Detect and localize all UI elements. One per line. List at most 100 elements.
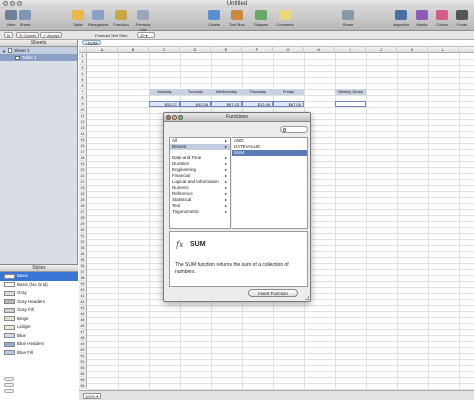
- style-item[interactable]: Blue Fill: [0, 349, 78, 358]
- function-button[interactable]: Function: [111, 10, 131, 27]
- table-value-cell[interactable]: $12.06: [242, 101, 273, 107]
- style-label: Gray Headers: [17, 298, 46, 304]
- column-header[interactable]: I: [335, 47, 366, 53]
- sheet-button[interactable]: Sheet: [15, 10, 35, 27]
- formula-editor[interactable]: =SUM: [79, 40, 474, 47]
- formula-list-button[interactable]: Formula List: [133, 10, 153, 32]
- row-gridline: [87, 383, 474, 384]
- category-label: All: [172, 138, 178, 143]
- comment-button[interactable]: Comment: [275, 10, 295, 27]
- category-item[interactable]: Recent ▸: [170, 144, 230, 150]
- function-search-input[interactable]: [280, 126, 308, 133]
- row-gridline: [87, 65, 474, 66]
- style-item[interactable]: Basic (No Grid): [0, 281, 78, 290]
- sheets-header: Sheets: [0, 40, 77, 47]
- table-header-cell[interactable]: Thursday: [242, 89, 273, 95]
- column-header[interactable]: E: [211, 47, 242, 53]
- style-item[interactable]: Basic: [0, 272, 78, 281]
- colors-label: Colors: [436, 22, 448, 27]
- dialog-zoom-button[interactable]: [178, 115, 183, 120]
- sidebar-footer-button[interactable]: [4, 377, 14, 381]
- style-item[interactable]: Beige: [0, 315, 78, 324]
- media-label: Media: [416, 22, 428, 27]
- style-swatch: [4, 290, 15, 296]
- zoom-select[interactable]: 100% ▾: [83, 393, 101, 399]
- category-item[interactable]: Trigonometric ▸: [170, 209, 230, 215]
- dialog-title-bar: Functions: [164, 113, 310, 122]
- sidebar-footer-button[interactable]: [4, 389, 14, 393]
- charts-button[interactable]: Charts: [204, 10, 224, 27]
- table-header-cell[interactable]: Tuesday: [180, 89, 211, 95]
- row-header[interactable]: 56: [79, 383, 87, 389]
- cancel-button[interactable]: ⊗ Cancel: [16, 32, 39, 38]
- dialog-close-button[interactable]: [166, 115, 171, 120]
- style-item[interactable]: Blue Headers: [0, 340, 78, 349]
- category-label: Trigonometric: [172, 209, 200, 214]
- fx-button[interactable]: fx: [4, 32, 14, 38]
- result-cell[interactable]: [335, 101, 366, 107]
- zoom-button[interactable]: [17, 1, 22, 6]
- comment-icon: [279, 10, 291, 20]
- insert-function-button[interactable]: Insert Function: [248, 289, 298, 297]
- fonts-button[interactable]: Fonts: [452, 10, 472, 27]
- inspector-button[interactable]: Inspector: [391, 10, 411, 27]
- column-header[interactable]: J: [366, 47, 397, 53]
- column-header[interactable]: L: [428, 47, 459, 53]
- column-header[interactable]: F: [242, 47, 273, 53]
- row-gridline: [87, 107, 474, 108]
- column-header-row: ABCDEFGHIJKL: [79, 47, 474, 53]
- table-value-cell[interactable]: $67.00: [273, 101, 304, 107]
- column-header[interactable]: D: [180, 47, 211, 53]
- table-header-cell[interactable]: Weekly Gross: [335, 89, 366, 95]
- row-gridline: [87, 377, 474, 378]
- column-header[interactable]: C: [149, 47, 180, 53]
- minimize-button[interactable]: [10, 1, 15, 6]
- text-box-button[interactable]: Text Box: [227, 10, 247, 27]
- row-gridline: [87, 77, 474, 78]
- style-label: Basic (No Grid): [17, 281, 48, 287]
- category-label: Financial: [172, 173, 191, 178]
- table-header-cell[interactable]: Monday: [149, 89, 180, 95]
- row-gridline: [87, 329, 474, 330]
- shapes-button[interactable]: Shapes: [251, 10, 271, 27]
- sidebar-footer-button[interactable]: [4, 383, 14, 387]
- styles-list: Basic Basic (No Grid) Gray Gray Headers Gray…: [0, 272, 78, 357]
- close-button[interactable]: [3, 1, 8, 6]
- formula-text-size-select[interactable]: 10 ▾: [137, 32, 155, 38]
- column-header[interactable]: K: [397, 47, 428, 53]
- style-item[interactable]: Blue: [0, 332, 78, 341]
- accept-button[interactable]: ✔ Accept: [40, 32, 63, 38]
- shapes-label: Shapes: [254, 22, 268, 27]
- table-button[interactable]: Table: [68, 10, 88, 27]
- table-header-cell[interactable]: Friday: [273, 89, 304, 95]
- style-item[interactable]: Gray Headers: [0, 298, 78, 307]
- window-controls: [3, 1, 22, 6]
- category-label: Statistical: [172, 197, 192, 202]
- style-item[interactable]: Gray Fill: [0, 306, 78, 315]
- style-swatch: [4, 333, 15, 338]
- table-value-cell[interactable]: $42.06: [180, 101, 211, 107]
- reorganize-button[interactable]: Reorganize: [88, 10, 108, 27]
- inspector-label: Inspector: [392, 22, 410, 27]
- dialog-minimize-button[interactable]: [172, 115, 177, 120]
- column-header[interactable]: G: [273, 47, 304, 53]
- column-header[interactable]: B: [118, 47, 149, 53]
- media-button[interactable]: Media: [412, 10, 432, 27]
- style-item[interactable]: Gray: [0, 289, 78, 298]
- table-header-cell[interactable]: Wednesday: [211, 89, 242, 95]
- share-button[interactable]: Share: [338, 10, 358, 27]
- colors-button[interactable]: Colors: [432, 10, 452, 27]
- style-swatch: [4, 316, 15, 321]
- sidebar-item-sheet[interactable]: ▼ Sheet 1: [0, 47, 77, 54]
- function-item[interactable]: SUM: [232, 150, 307, 156]
- style-item[interactable]: Ledger: [0, 323, 78, 332]
- sidebar-item-table[interactable]: Table 1: [0, 54, 77, 61]
- style-label: Gray Fill: [17, 307, 34, 312]
- column-header[interactable]: A: [87, 47, 118, 53]
- styles-pane: Styles Basic Basic (No Grid) Gray Gray Head…: [0, 264, 78, 400]
- dialog-window-controls: [166, 115, 183, 120]
- resize-grip-icon[interactable]: [305, 296, 309, 300]
- column-header[interactable]: H: [304, 47, 335, 53]
- table-value-cell[interactable]: $53.27: [149, 101, 180, 107]
- table-value-cell[interactable]: $67.33: [211, 101, 242, 107]
